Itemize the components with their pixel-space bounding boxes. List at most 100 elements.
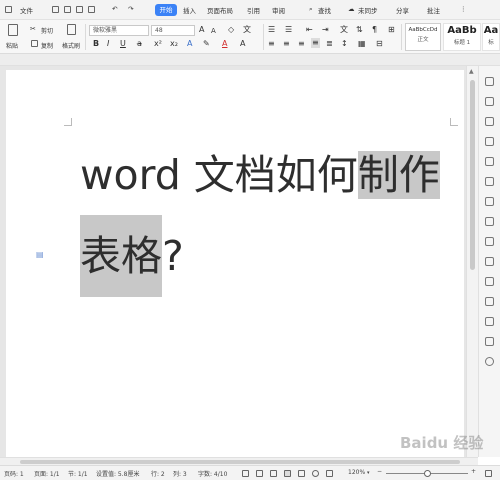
horizontal-scrollbar[interactable] (0, 457, 478, 465)
grow-font-icon[interactable]: A (199, 25, 204, 35)
select-icon[interactable] (485, 97, 494, 106)
font-name-select[interactable]: 微软雅黑 (89, 25, 149, 36)
export-icon[interactable] (485, 257, 494, 266)
align-right-icon[interactable]: ≡ (298, 39, 305, 49)
justify-icon[interactable]: ≡ (311, 38, 320, 48)
chart-icon[interactable] (485, 197, 494, 206)
translate-icon[interactable] (485, 277, 494, 286)
copy-icon[interactable] (31, 40, 38, 47)
chinese-layout-icon[interactable]: 文 (340, 25, 348, 35)
shading-icon[interactable]: ▦ (358, 39, 366, 49)
outline-view-icon[interactable] (298, 470, 305, 477)
cut-button[interactable]: 剪切 (41, 26, 53, 35)
font-color-icon[interactable]: A (222, 39, 227, 49)
document-line-2[interactable]: 表格? (80, 215, 184, 297)
zoom-level[interactable]: 120% (348, 469, 365, 476)
format-painter-button[interactable]: 格式刷 (62, 41, 80, 50)
vertical-scrollbar[interactable]: ▲ (466, 66, 478, 457)
annotate-button[interactable]: 批注 (427, 5, 440, 15)
tab-home[interactable]: 开始 (155, 4, 177, 16)
image-icon[interactable] (485, 317, 494, 326)
edit-icon[interactable] (485, 77, 494, 86)
show-marks-icon[interactable]: ¶ (372, 25, 377, 35)
align-center-icon[interactable]: ≡ (283, 39, 290, 49)
paste-button[interactable]: 粘贴 (6, 41, 18, 50)
border-icon[interactable]: ⊟ (376, 39, 383, 49)
cut-icon[interactable]: ✂ (30, 24, 36, 34)
clear-format-icon[interactable]: ◇ (228, 25, 234, 35)
increase-indent-icon[interactable]: ⇥ (322, 25, 329, 35)
phonetic-icon[interactable]: 文 (243, 25, 251, 35)
scroll-up-icon[interactable]: ▲ (469, 68, 474, 75)
shrink-font-icon[interactable]: A (211, 26, 216, 36)
read-mode-icon[interactable] (256, 470, 263, 477)
align-left-icon[interactable]: ≡ (268, 39, 275, 49)
style-icon[interactable] (485, 137, 494, 146)
pen-icon[interactable] (270, 470, 277, 477)
share-button[interactable]: 分享 (396, 5, 409, 15)
scrollbar-thumb[interactable] (20, 460, 460, 464)
borders-icon[interactable]: ⊞ (388, 25, 395, 35)
scrollbar-thumb[interactable] (470, 80, 475, 270)
subscript-icon[interactable]: x₂ (170, 39, 178, 49)
format-painter-icon[interactable] (67, 24, 76, 35)
strikethrough-icon[interactable]: a̶ (137, 39, 142, 49)
font-size-select[interactable]: 48 (151, 25, 195, 36)
redo-icon[interactable]: ↷ (128, 5, 133, 13)
sort-icon[interactable]: ⇅ (356, 25, 363, 35)
numbering-icon[interactable]: ☰ (285, 25, 292, 35)
search-icon[interactable]: ⌕ (309, 5, 313, 14)
table-icon[interactable] (485, 157, 494, 166)
print-icon[interactable] (76, 6, 83, 13)
tab-references[interactable]: 引用 (247, 5, 260, 15)
menu-icon[interactable] (5, 6, 12, 13)
tab-insert[interactable]: 插入 (183, 5, 196, 15)
fullscreen-icon[interactable] (242, 470, 249, 477)
paragraph-marker-icon[interactable]: ▤ (36, 250, 44, 259)
save-icon[interactable] (52, 6, 59, 13)
sync-status[interactable]: 未同步 (358, 5, 378, 15)
italic-button[interactable]: I (107, 39, 109, 49)
archive-icon[interactable] (485, 297, 494, 306)
style-normal[interactable]: AaBbCcDd 正文 (405, 23, 441, 51)
zoom-slider-handle[interactable] (424, 470, 431, 477)
grid-icon[interactable] (485, 177, 494, 186)
history-icon[interactable] (485, 337, 494, 346)
page-view-icon[interactable] (284, 470, 291, 477)
document-icon[interactable] (485, 237, 494, 246)
zoom-in-icon[interactable]: + (471, 468, 476, 475)
highlight-icon[interactable]: ✎ (203, 39, 210, 49)
write-view-icon[interactable] (326, 470, 333, 477)
zoom-dropdown-icon[interactable]: ▾ (367, 470, 370, 476)
paste-icon[interactable] (8, 24, 18, 36)
zoom-out-icon[interactable]: − (377, 468, 382, 475)
status-word-count[interactable]: 字数: 4/10 (198, 469, 227, 478)
document-line-1[interactable]: word 文档如何制作 (80, 147, 440, 203)
bold-button[interactable]: B (93, 39, 99, 49)
preview-icon[interactable] (88, 6, 95, 13)
open-icon[interactable] (64, 6, 71, 13)
more-icon[interactable]: ⋮ (460, 5, 467, 13)
text-effect-icon[interactable]: A (187, 39, 192, 49)
help-icon[interactable] (485, 357, 494, 366)
superscript-icon[interactable]: x² (154, 39, 162, 49)
underline-button[interactable]: U (120, 39, 126, 49)
line-spacing-icon[interactable]: ↕ (341, 39, 348, 49)
style-heading-2[interactable]: Aa 标 (482, 23, 500, 51)
settings-icon[interactable] (485, 217, 494, 226)
style-heading-1[interactable]: AaBb 标题 1 (443, 23, 481, 51)
shapes-icon[interactable] (485, 117, 494, 126)
search-button[interactable]: 查找 (318, 5, 331, 15)
tab-page-layout[interactable]: 页面布局 (207, 5, 233, 15)
web-view-icon[interactable] (312, 470, 319, 477)
distribute-icon[interactable]: ≣ (326, 39, 333, 49)
file-menu[interactable]: 文件 (20, 5, 33, 15)
fit-window-icon[interactable] (485, 470, 492, 477)
document-page[interactable]: ▤ (6, 70, 464, 457)
bullets-icon[interactable]: ☰ (268, 25, 275, 35)
copy-button[interactable]: 复制 (41, 41, 53, 50)
char-border-icon[interactable]: A (240, 39, 245, 49)
undo-icon[interactable]: ↶ (112, 5, 117, 13)
decrease-indent-icon[interactable]: ⇤ (306, 25, 313, 35)
tab-review[interactable]: 审阅 (272, 5, 285, 15)
